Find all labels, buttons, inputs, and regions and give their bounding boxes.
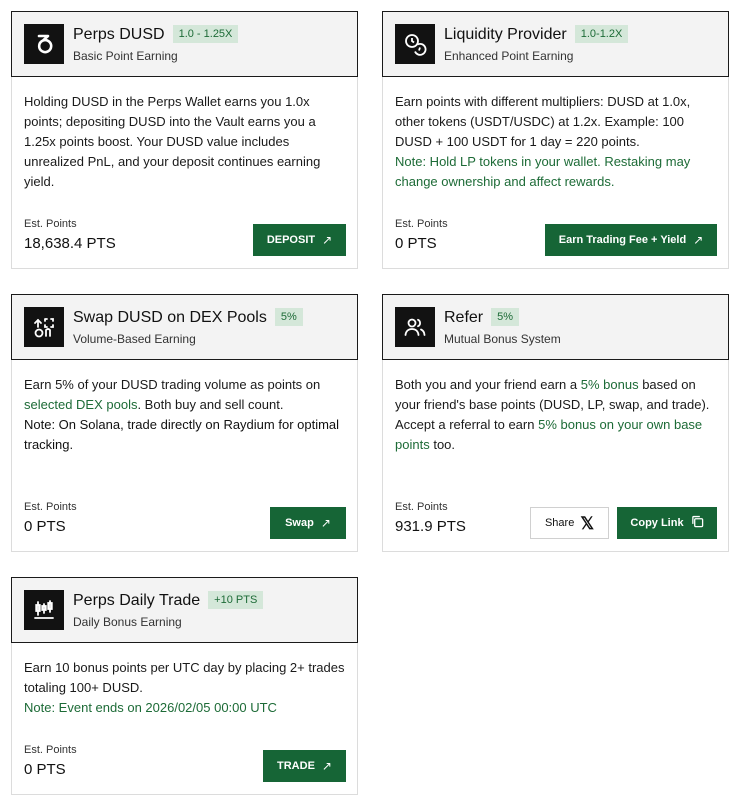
est-points-value: 931.9 PTS: [395, 518, 466, 535]
arrow-up-right-icon: ↗: [320, 516, 331, 530]
card-subtitle: Daily Bonus Earning: [73, 615, 182, 629]
arrow-up-right-icon: ↗: [322, 233, 333, 247]
card-subtitle: Basic Point Earning: [73, 49, 178, 63]
liquidity-provider-card: Liquidity Provider 1.0-1.2X Enhanced Poin…: [382, 11, 729, 269]
coins-icon: [395, 24, 435, 64]
card-title: Swap DUSD on DEX Pools 5%: [73, 308, 303, 327]
card-title-text: Liquidity Provider: [444, 26, 567, 43]
est-points-value: 0 PTS: [24, 761, 66, 778]
referral-bonus-line: Accept a referral to earn 5% bonus on yo…: [395, 415, 716, 455]
est-points-value: 0 PTS: [395, 235, 437, 252]
est-points-label: Est. Points: [395, 501, 448, 513]
card-title: Liquidity Provider 1.0-1.2X: [444, 25, 629, 44]
card-title: Refer 5%: [444, 308, 520, 327]
card-subtitle: Mutual Bonus System: [444, 332, 561, 346]
card-title: Perps DUSD 1.0 - 1.25X: [73, 25, 239, 44]
arrow-up-right-icon: ↗: [693, 233, 704, 247]
referral-text-tail: too.: [433, 437, 456, 452]
est-points-label: Est. Points: [395, 218, 448, 230]
candlestick-icon: [24, 590, 64, 630]
copy-icon: [691, 515, 704, 531]
swap-icon: [24, 307, 64, 347]
card-description: Holding DUSD in the Perps Wallet earns y…: [24, 94, 321, 189]
x-logo-icon: 𝕏: [580, 513, 595, 533]
card-subtitle: Enhanced Point Earning: [444, 49, 574, 63]
earn-trading-fee-button[interactable]: Earn Trading Fee + Yield ↗: [545, 224, 717, 256]
dusd-logo-icon: [24, 24, 64, 64]
perps-dusd-card: Perps DUSD 1.0 - 1.25X Basic Point Earnin…: [11, 11, 358, 269]
swap-dusd-card: Swap DUSD on DEX Pools 5% Volume-Based Ea…: [11, 294, 358, 552]
card-description: Both you and your friend earn a 5% bonus…: [395, 375, 716, 455]
card-header: Perps Daily Trade +10 PTS Daily Bonus Ear…: [11, 577, 358, 643]
card-description: Earn points with different multipliers: …: [395, 92, 716, 192]
est-points-label: Est. Points: [24, 218, 77, 230]
swap-button[interactable]: Swap ↗: [270, 507, 346, 539]
description-text-tail: . Both buy and sell count.: [137, 397, 284, 412]
users-icon: [395, 307, 435, 347]
arrow-up-right-icon: ↗: [321, 759, 332, 773]
multiplier-badge: 1.0 - 1.25X: [172, 25, 239, 43]
description-text: Both you and your friend earn a: [395, 377, 578, 392]
copy-link-button[interactable]: Copy Link: [617, 507, 717, 539]
refer-card: Refer 5% Mutual Bonus System Both you and…: [382, 294, 729, 552]
card-header: Liquidity Provider 1.0-1.2X Enhanced Poin…: [382, 11, 729, 77]
solana-note: Note: On Solana, trade directly on Raydi…: [24, 417, 340, 452]
share-button-label: Share: [544, 517, 575, 529]
est-points-label: Est. Points: [24, 744, 77, 756]
perps-daily-trade-card: Perps Daily Trade +10 PTS Daily Bonus Ear…: [11, 577, 358, 795]
deposit-button-label: DEPOSIT: [266, 234, 316, 246]
earn-trading-fee-label: Earn Trading Fee + Yield: [558, 234, 687, 246]
description-text: Earn points with different multipliers: …: [395, 94, 691, 149]
card-subtitle: Volume-Based Earning: [73, 332, 196, 346]
multiplier-badge: 5%: [274, 308, 303, 326]
card-title-text: Perps Daily Trade: [73, 592, 201, 609]
card-description: Earn 10 bonus points per UTC day by plac…: [24, 658, 345, 718]
event-end-note: Note: Event ends on 2026/02/05 00:00 UTC: [24, 700, 277, 715]
selected-dex-pools-link[interactable]: selected DEX pools: [24, 397, 137, 412]
card-title-text: Refer: [444, 309, 484, 326]
card-header: Perps DUSD 1.0 - 1.25X Basic Point Earnin…: [11, 11, 358, 77]
card-title: Perps Daily Trade +10 PTS: [73, 591, 264, 610]
est-points-value: 18,638.4 PTS: [24, 235, 116, 252]
card-header: Refer 5% Mutual Bonus System: [382, 294, 729, 360]
copy-link-label: Copy Link: [630, 517, 684, 529]
est-points-value: 0 PTS: [24, 518, 66, 535]
trade-button-label: TRADE: [277, 760, 315, 772]
est-points-label: Est. Points: [24, 501, 77, 513]
multiplier-badge: 5%: [491, 308, 520, 326]
description-text: Earn 10 bonus points per UTC day by plac…: [24, 660, 345, 695]
card-title-text: Swap DUSD on DEX Pools: [73, 309, 267, 326]
deposit-button[interactable]: DEPOSIT ↗: [253, 224, 346, 256]
bonus-highlight: 5% bonus: [580, 377, 639, 392]
referral-text: Accept a referral to earn: [395, 417, 535, 432]
multiplier-badge: 1.0-1.2X: [574, 25, 629, 43]
lp-note: Note: Hold LP tokens in your wallet. Res…: [395, 154, 691, 189]
share-button[interactable]: Share 𝕏: [530, 507, 609, 539]
bonus-badge: +10 PTS: [208, 591, 264, 609]
card-title-text: Perps DUSD: [73, 26, 165, 43]
card-header: Swap DUSD on DEX Pools 5% Volume-Based Ea…: [11, 294, 358, 360]
swap-button-label: Swap: [285, 517, 314, 529]
card-description: Earn 5% of your DUSD trading volume as p…: [24, 375, 345, 455]
description-text: Earn 5% of your DUSD trading volume as p…: [24, 377, 321, 392]
trade-button[interactable]: TRADE ↗: [263, 750, 346, 782]
